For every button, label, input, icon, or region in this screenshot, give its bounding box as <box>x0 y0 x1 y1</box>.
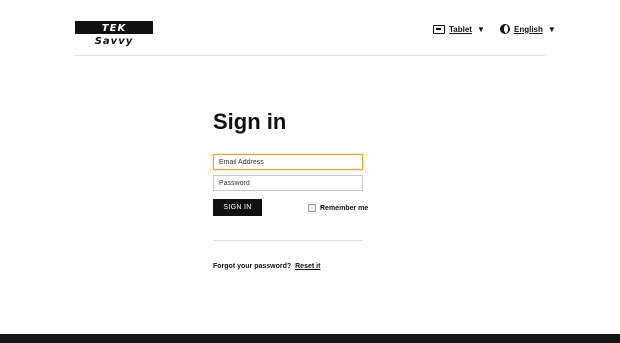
teksavvy-logo[interactable]: TEK Savvy <box>75 21 153 47</box>
device-selector[interactable]: Tablet ▼ <box>433 22 485 36</box>
language-selector[interactable]: English ▼ <box>500 22 556 36</box>
remember-me[interactable]: Remember me <box>308 204 368 212</box>
email-field[interactable] <box>213 154 363 170</box>
form-divider <box>213 240 363 241</box>
device-label: Tablet <box>449 24 472 34</box>
header-divider <box>75 55 545 56</box>
remember-me-label: Remember me <box>320 204 369 212</box>
footer-bar <box>0 334 620 343</box>
remember-me-checkbox[interactable] <box>308 204 316 212</box>
sign-in-button[interactable]: SIGN IN <box>213 199 262 216</box>
globe-icon <box>500 24 510 34</box>
reset-password-link[interactable]: Reset it <box>295 263 320 270</box>
logo-text-savvy: Savvy <box>90 36 138 47</box>
logo-text-tek: TEK <box>101 23 127 34</box>
caret-down-icon: ▼ <box>476 24 485 34</box>
page-title: Sign in <box>213 109 287 134</box>
forgot-password-text: Forgot your password? <box>213 263 292 270</box>
password-field[interactable] <box>213 175 363 191</box>
language-label: English <box>514 24 543 34</box>
forgot-password: Forgot your password? Reset it <box>213 263 320 270</box>
caret-down-icon: ▼ <box>547 24 556 34</box>
tablet-icon <box>433 24 445 34</box>
